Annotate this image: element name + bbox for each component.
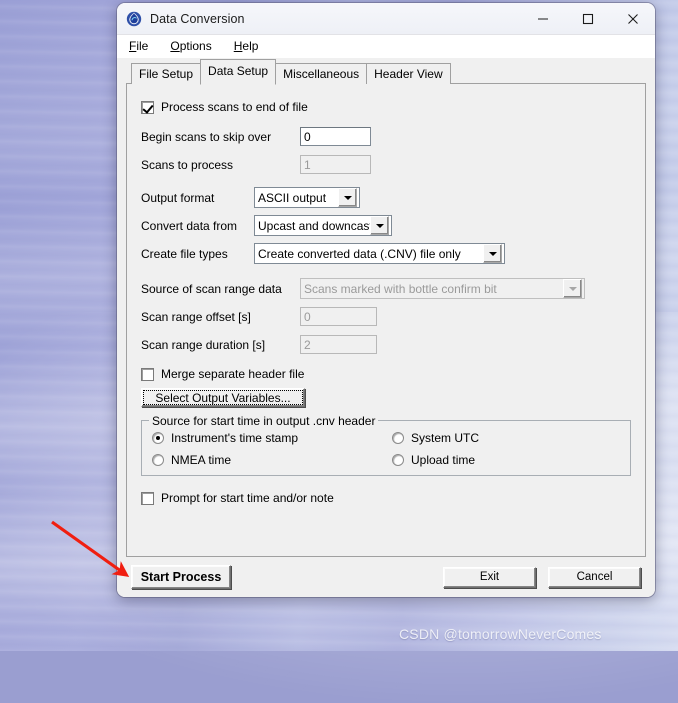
process-to-end-row: Process scans to end of file (141, 96, 631, 118)
maximize-icon (582, 13, 593, 24)
tab-data-setup[interactable]: Data Setup (200, 59, 277, 85)
menu-bar: File Options Help (117, 35, 655, 58)
scan-range-duration-input: 2 (300, 335, 377, 354)
convert-from-row: Convert data from Upcast and downcast (141, 213, 631, 238)
convert-from-value: Upcast and downcast (258, 218, 370, 233)
radio-upload-time-dot[interactable] (392, 454, 404, 466)
radio-system-utc[interactable]: System UTC (392, 431, 620, 445)
maximize-button[interactable] (565, 3, 610, 34)
chevron-down-icon[interactable] (338, 188, 357, 207)
prompt-start-time-row: Prompt for start time and/or note (141, 488, 631, 508)
tab-miscellaneous[interactable]: Miscellaneous (275, 63, 368, 84)
radio-system-utc-label: System UTC (411, 431, 480, 445)
output-format-value: ASCII output (258, 190, 327, 205)
radio-nmea-time-dot[interactable] (152, 454, 164, 466)
begin-skip-row: Begin scans to skip over 0 (141, 124, 631, 149)
merge-header-label: Merge separate header file (161, 367, 305, 381)
close-icon (627, 13, 638, 24)
data-conversion-window: Data Conversion File Options Help File S… (117, 3, 655, 597)
process-to-end-checkbox[interactable] (141, 100, 154, 114)
radio-nmea-time-label: NMEA time (171, 453, 232, 467)
menu-item-help-rest: elp (242, 39, 259, 53)
scans-to-process-label: Scans to process (141, 157, 234, 172)
radio-instrument-time-stamp[interactable]: Instrument's time stamp (152, 431, 392, 445)
process-to-end-label: Process scans to end of file (161, 100, 308, 114)
output-format-label: Output format (141, 190, 215, 205)
window-title: Data Conversion (150, 11, 245, 26)
output-format-combo[interactable]: ASCII output (254, 187, 360, 208)
scan-range-offset-label: Scan range offset [s] (141, 309, 251, 324)
create-file-types-row: Create file types Create converted data … (141, 241, 631, 266)
begin-skip-input[interactable]: 0 (300, 127, 371, 146)
data-setup-panel: Process scans to end of file Begin scans… (126, 83, 646, 557)
scan-range-offset-row: Scan range offset [s] 0 (141, 304, 631, 329)
chevron-down-icon[interactable] (483, 244, 502, 263)
create-file-types-label: Create file types (141, 246, 228, 261)
merge-header-row: Merge separate header file (141, 364, 631, 384)
scans-to-process-row: Scans to process 1 (141, 152, 631, 177)
convert-from-combo[interactable]: Upcast and downcast (254, 215, 392, 236)
begin-skip-label: Begin scans to skip over (141, 129, 272, 144)
start-time-radio-grid: Instrument's time stamp System UTC NMEA … (152, 431, 620, 467)
scan-range-source-combo: Scans marked with bottle confirm bit (300, 278, 585, 299)
chevron-down-icon[interactable] (370, 216, 389, 235)
menu-item-options[interactable]: Options (170, 39, 211, 53)
prompt-start-time-label: Prompt for start time and/or note (161, 491, 334, 505)
merge-header-checkbox[interactable] (141, 367, 154, 381)
seabird-droplet-icon (126, 11, 142, 26)
title-bar[interactable]: Data Conversion (117, 3, 655, 35)
scans-to-process-input: 1 (300, 155, 371, 174)
radio-system-utc-dot[interactable] (392, 432, 404, 444)
convert-from-label: Convert data from (141, 218, 238, 233)
radio-nmea-time[interactable]: NMEA time (152, 453, 392, 467)
radio-instrument-time-stamp-label: Instrument's time stamp (171, 431, 298, 445)
scan-range-source-row: Source of scan range data Scans marked w… (141, 276, 631, 301)
dialog-footer: Start Process Exit Cancel (117, 557, 655, 597)
start-time-source-groupbox: Source for start time in output .cnv hea… (141, 414, 631, 476)
tab-strip: File Setup Data Setup Miscellaneous Head… (126, 59, 646, 85)
menu-item-file[interactable]: File (129, 39, 148, 53)
dialog-body: File Setup Data Setup Miscellaneous Head… (117, 58, 655, 557)
output-format-row: Output format ASCII output (141, 185, 631, 210)
tab-file-setup[interactable]: File Setup (131, 63, 202, 84)
scan-range-duration-row: Scan range duration [s] 2 (141, 332, 631, 357)
radio-upload-time[interactable]: Upload time (392, 453, 620, 467)
create-file-types-value: Create converted data (.CNV) file only (258, 246, 461, 261)
cancel-button[interactable]: Cancel (548, 566, 641, 588)
scan-range-source-value: Scans marked with bottle confirm bit (304, 281, 497, 296)
tab-header-view[interactable]: Header View (366, 63, 451, 84)
scan-range-offset-input: 0 (300, 307, 377, 326)
menu-item-help[interactable]: Help (234, 39, 259, 53)
menu-item-options-rest: ptions (179, 39, 212, 53)
exit-button[interactable]: Exit (443, 566, 536, 588)
prompt-start-time-checkbox[interactable] (141, 491, 154, 505)
chevron-down-icon (563, 279, 582, 298)
select-output-variables-button[interactable]: Select Output Variables... (141, 388, 305, 407)
scan-range-duration-label: Scan range duration [s] (141, 337, 266, 352)
start-process-button[interactable]: Start Process (131, 565, 231, 589)
close-button[interactable] (610, 3, 655, 34)
minimize-button[interactable] (520, 3, 565, 34)
minimize-icon (537, 17, 548, 20)
menu-item-file-rest: ile (136, 39, 149, 53)
scan-range-source-label: Source of scan range data (141, 281, 282, 296)
create-file-types-combo[interactable]: Create converted data (.CNV) file only (254, 243, 505, 264)
radio-upload-time-label: Upload time (411, 453, 476, 467)
watermark-text: CSDN @tomorrowNeverComes (399, 626, 602, 642)
start-time-source-title: Source for start time in output .cnv hea… (149, 414, 379, 428)
radio-instrument-time-stamp-dot[interactable] (152, 432, 164, 444)
